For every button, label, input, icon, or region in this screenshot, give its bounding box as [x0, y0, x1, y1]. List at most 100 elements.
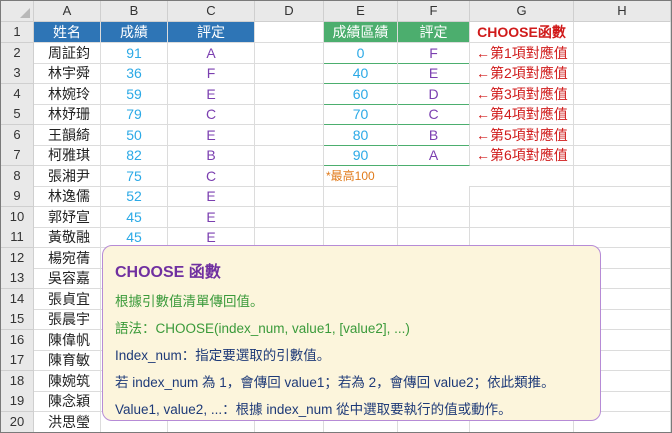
empty-cell[interactable] [255, 186, 324, 207]
student-name-cell[interactable]: 陳婉筑 [34, 370, 101, 392]
student-name-cell[interactable]: 張晨宇 [34, 309, 101, 330]
row-header-4[interactable]: 4 [1, 83, 34, 105]
empty-cell[interactable] [255, 145, 324, 166]
student-score-cell[interactable]: 50 [101, 124, 168, 146]
student-score-cell[interactable]: 36 [101, 63, 168, 84]
range-grade-cell[interactable]: B [398, 124, 470, 146]
empty-cell[interactable] [255, 22, 324, 43]
column-header-F[interactable]: F [398, 1, 470, 22]
student-grade-cell[interactable]: E [168, 206, 255, 228]
row-header-16[interactable]: 16 [1, 329, 34, 351]
student-name-cell[interactable]: 郭妤宣 [34, 206, 101, 228]
range-score-cell[interactable]: 40 [324, 63, 398, 84]
empty-cell[interactable] [255, 124, 324, 146]
student-score-cell[interactable]: 45 [101, 206, 168, 228]
select-all-corner[interactable] [1, 1, 34, 22]
student-grade-cell[interactable]: F [168, 63, 255, 84]
student-grade-cell[interactable]: C [168, 104, 255, 125]
empty-cell[interactable] [324, 186, 398, 207]
column-header-B[interactable]: B [101, 1, 168, 22]
range-grade-cell[interactable]: E [398, 63, 470, 84]
student-score-cell[interactable]: 79 [101, 104, 168, 125]
row-header-14[interactable]: 14 [1, 288, 34, 310]
empty-cell[interactable] [574, 186, 671, 207]
range-note-cell[interactable]: ←第1項對應值 [470, 42, 574, 64]
empty-cell[interactable] [255, 83, 324, 105]
header-range[interactable]: 成績區績 [324, 22, 398, 43]
header-score[interactable]: 成績 [101, 22, 168, 43]
range-note-cell[interactable]: ←第4項對應值 [470, 104, 574, 125]
column-header-E[interactable]: E [324, 1, 398, 22]
empty-cell[interactable] [398, 186, 470, 207]
row-header-8[interactable]: 8 [1, 165, 34, 187]
student-name-cell[interactable]: 林逸儒 [34, 186, 101, 207]
empty-cell[interactable] [574, 165, 671, 187]
row-header-2[interactable]: 2 [1, 42, 34, 64]
range-note-cell[interactable]: ←第5項對應值 [470, 124, 574, 146]
row-header-19[interactable]: 19 [1, 391, 34, 412]
student-name-cell[interactable]: 林妤珊 [34, 104, 101, 125]
max-note-cell[interactable]: *最高100 [324, 165, 398, 187]
range-score-cell[interactable]: 0 [324, 42, 398, 64]
student-name-cell[interactable]: 張貞宜 [34, 288, 101, 310]
range-score-cell[interactable]: 90 [324, 145, 398, 166]
row-header-18[interactable]: 18 [1, 370, 34, 392]
student-grade-cell[interactable]: E [168, 83, 255, 105]
empty-cell[interactable] [574, 22, 671, 43]
row-header-3[interactable]: 3 [1, 63, 34, 84]
range-score-cell[interactable]: 80 [324, 124, 398, 146]
empty-cell[interactable] [574, 42, 671, 64]
row-header-15[interactable]: 15 [1, 309, 34, 330]
student-name-cell[interactable]: 楊宛蒨 [34, 247, 101, 269]
student-name-cell[interactable]: 洪思瑩 [34, 411, 101, 432]
header-name[interactable]: 姓名 [34, 22, 101, 43]
student-score-cell[interactable]: 59 [101, 83, 168, 105]
student-grade-cell[interactable]: C [168, 165, 255, 187]
empty-cell[interactable] [255, 104, 324, 125]
student-name-cell[interactable]: 陳念穎 [34, 391, 101, 412]
row-header-20[interactable]: 20 [1, 411, 34, 432]
student-name-cell[interactable]: 陳育敏 [34, 350, 101, 371]
row-header-9[interactable]: 9 [1, 186, 34, 207]
student-name-cell[interactable]: 周証鈞 [34, 42, 101, 64]
student-name-cell[interactable]: 黃敬融 [34, 227, 101, 248]
row-header-17[interactable]: 17 [1, 350, 34, 371]
range-grade-cell[interactable]: D [398, 83, 470, 105]
empty-cell[interactable] [574, 145, 671, 166]
range-grade-cell[interactable]: A [398, 145, 470, 166]
row-header-6[interactable]: 6 [1, 124, 34, 146]
student-score-cell[interactable]: 52 [101, 186, 168, 207]
student-grade-cell[interactable]: B [168, 145, 255, 166]
student-name-cell[interactable]: 吳容嘉 [34, 268, 101, 289]
empty-cell[interactable] [255, 165, 324, 187]
row-header-12[interactable]: 12 [1, 247, 34, 269]
student-name-cell[interactable]: 林宇舜 [34, 63, 101, 84]
row-header-11[interactable]: 11 [1, 227, 34, 248]
column-header-A[interactable]: A [34, 1, 101, 22]
range-grade-cell[interactable]: C [398, 104, 470, 125]
range-note-cell[interactable]: ←第3項對應值 [470, 83, 574, 105]
range-grade-cell[interactable]: F [398, 42, 470, 64]
empty-cell[interactable] [255, 63, 324, 84]
empty-cell[interactable] [574, 206, 671, 228]
empty-cell[interactable] [324, 206, 398, 228]
empty-cell[interactable] [470, 206, 574, 228]
student-name-cell[interactable]: 王韻綺 [34, 124, 101, 146]
empty-cell[interactable] [255, 42, 324, 64]
empty-cell[interactable] [398, 206, 470, 228]
empty-cell[interactable] [255, 206, 324, 228]
student-name-cell[interactable]: 林婉玲 [34, 83, 101, 105]
student-score-cell[interactable]: 82 [101, 145, 168, 166]
empty-cell[interactable] [470, 165, 574, 187]
range-score-cell[interactable]: 70 [324, 104, 398, 125]
empty-cell[interactable] [470, 186, 574, 207]
student-score-cell[interactable]: 91 [101, 42, 168, 64]
row-header-7[interactable]: 7 [1, 145, 34, 166]
student-grade-cell[interactable]: A [168, 42, 255, 64]
student-score-cell[interactable]: 75 [101, 165, 168, 187]
row-header-5[interactable]: 5 [1, 104, 34, 125]
range-score-cell[interactable]: 60 [324, 83, 398, 105]
student-grade-cell[interactable]: E [168, 186, 255, 207]
range-note-cell[interactable]: ←第6項對應值 [470, 145, 574, 166]
empty-cell[interactable] [574, 104, 671, 125]
